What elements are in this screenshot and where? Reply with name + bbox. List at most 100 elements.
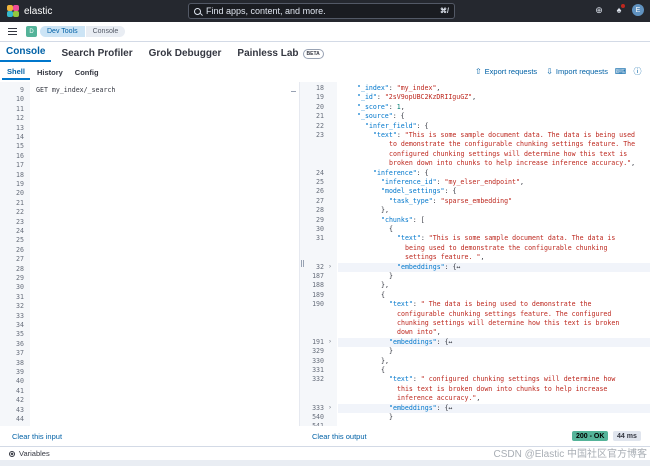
output-line-number: [305, 319, 324, 328]
input-line-number: 40: [16, 377, 24, 386]
breadcrumb-dev-tools[interactable]: Dev Tools: [40, 26, 85, 37]
input-line-number: 35: [16, 330, 24, 339]
output-code-line: "_source": {: [357, 112, 405, 121]
tab-painless-lab[interactable]: Painless Lab BETA: [231, 48, 329, 62]
tab-console[interactable]: Console: [0, 46, 52, 62]
export-requests-button[interactable]: ⇧ Export requests: [475, 67, 537, 76]
tab-search-profiler[interactable]: Search Profiler: [55, 48, 138, 62]
output-line-number: 24: [316, 168, 324, 177]
input-line-number: 17: [16, 161, 24, 170]
elastic-logo[interactable]: elastic: [7, 5, 52, 17]
output-code-line: "task_type": "sparse_embedding": [389, 196, 513, 205]
output-line-number: 330: [312, 356, 324, 365]
tab-history[interactable]: History: [32, 68, 68, 79]
input-line-number: 30: [16, 283, 24, 292]
output-code-line: down into",: [397, 328, 441, 337]
output-code-line: "embeddings": {↔: [389, 403, 453, 412]
help-circle-icon[interactable]: ⓘ: [633, 67, 642, 76]
response-viewer[interactable]: 18 "_index": "my_index", 19 "_id": "2sV9opU…: [305, 82, 650, 426]
request-editor[interactable]: 9 10 11 12 13 14 15 16 17 18 19 20 21 22 23 24 25 26 27 28 2…: [0, 82, 300, 426]
output-line-number: 23: [316, 131, 324, 139]
tab-shell[interactable]: Shell: [2, 67, 30, 80]
output-code-line: "text": " The data is being used to demo…: [389, 300, 592, 309]
input-line-number: 20: [16, 189, 24, 198]
import-requests-button[interactable]: ⇩ Import requests: [546, 67, 608, 76]
clear-output-link[interactable]: Clear this output: [312, 432, 367, 441]
output-line-number: 29: [316, 215, 324, 224]
output-code-line: {: [389, 225, 393, 233]
output-code-line: "text": " configured chunking settings w…: [389, 375, 616, 384]
input-line-number: 43: [16, 405, 24, 414]
output-code-line: "_index": "my_index",: [357, 84, 441, 92]
output-code-line: being used to demonstrate the configurab…: [405, 243, 608, 252]
variables-label: Variables: [19, 449, 50, 458]
input-line-number: 15: [16, 142, 24, 151]
output-line-number: 331: [312, 366, 324, 374]
fold-toggle-icon[interactable]: ›: [329, 264, 331, 270]
input-line-number: 25: [16, 236, 24, 245]
output-code-line: }: [389, 413, 393, 421]
input-line-number: 24: [16, 227, 24, 235]
input-line-number: 9: [20, 86, 24, 94]
output-code-line: "_id": "2sV9opUBC2KzDRIIguGZ",: [357, 93, 477, 102]
output-code-line: "embeddings": {↔: [389, 337, 453, 346]
output-code-line: "embeddings": {↔: [397, 262, 461, 271]
keyboard-shortcuts-icon[interactable]: ⌨: [615, 67, 627, 76]
input-line-number: 42: [16, 396, 24, 405]
beta-badge: BETA: [302, 48, 324, 59]
output-code-line: broken down into chunks to help increase…: [389, 159, 636, 168]
user-avatar[interactable]: E: [632, 4, 644, 16]
search-icon: [194, 7, 201, 15]
input-line-number: 44: [16, 415, 24, 423]
input-line-number: 10: [16, 95, 24, 104]
export-requests-label: Export requests: [484, 67, 538, 76]
output-line-number: [305, 310, 324, 319]
input-line-number: 41: [16, 386, 24, 395]
folded-line-highlight: [338, 262, 650, 272]
output-code-line: {: [381, 366, 385, 374]
input-line-number: 22: [16, 208, 24, 217]
input-line-number: 14: [16, 133, 24, 141]
input-line-number: 23: [16, 217, 24, 226]
input-line-number: 37: [16, 349, 24, 358]
output-line-number: [305, 159, 324, 168]
tab-grok-debugger[interactable]: Grok Debugger: [143, 48, 228, 62]
output-code-line: }: [389, 272, 393, 280]
output-code-line: inference accuracy.",: [397, 394, 481, 403]
tab-config[interactable]: Config: [70, 68, 104, 79]
input-line-number: 34: [16, 321, 24, 329]
output-line-number: 22: [316, 121, 324, 130]
output-code-line: "model_settings": {: [381, 187, 457, 196]
input-line-number: 33: [16, 311, 24, 320]
global-search-input[interactable]: Find apps, content, and more. ⌘/: [188, 3, 455, 19]
input-line-number: 21: [16, 198, 24, 207]
input-line-number: 16: [16, 151, 24, 160]
response-time-badge: 44 ms: [613, 431, 641, 441]
clear-input-link[interactable]: Clear this input: [12, 432, 62, 441]
output-line-number: [305, 253, 324, 262]
menu-icon[interactable]: [8, 26, 17, 37]
help-icon[interactable]: ⊕: [592, 3, 606, 17]
output-line-number: 189: [312, 290, 324, 299]
output-line-number: 191: [312, 337, 324, 346]
search-shortcut: ⌘/: [440, 8, 449, 15]
output-line-number: 187: [312, 272, 324, 280]
space-avatar[interactable]: D: [26, 26, 37, 37]
output-line-number: 26: [316, 187, 324, 196]
search-placeholder: Find apps, content, and more.: [206, 6, 326, 16]
import-requests-label: Import requests: [555, 67, 608, 76]
request-line[interactable]: GET my_index/_search: [36, 86, 115, 95]
input-line-number: 11: [16, 104, 24, 113]
newsfeed-icon[interactable]: ♠: [612, 3, 626, 17]
brand-name: elastic: [24, 5, 53, 17]
elastic-logo-icon: [7, 5, 19, 17]
output-line-number: [305, 328, 324, 337]
output-line-number: 25: [316, 178, 324, 186]
input-line-number: 38: [16, 358, 24, 367]
output-line-number: [305, 394, 324, 403]
fold-toggle-icon[interactable]: ›: [329, 339, 331, 345]
output-line-number: 18: [316, 84, 324, 92]
output-line-number: 31: [316, 234, 324, 243]
bottom-strip: [0, 460, 650, 466]
fold-toggle-icon[interactable]: ›: [329, 405, 331, 411]
